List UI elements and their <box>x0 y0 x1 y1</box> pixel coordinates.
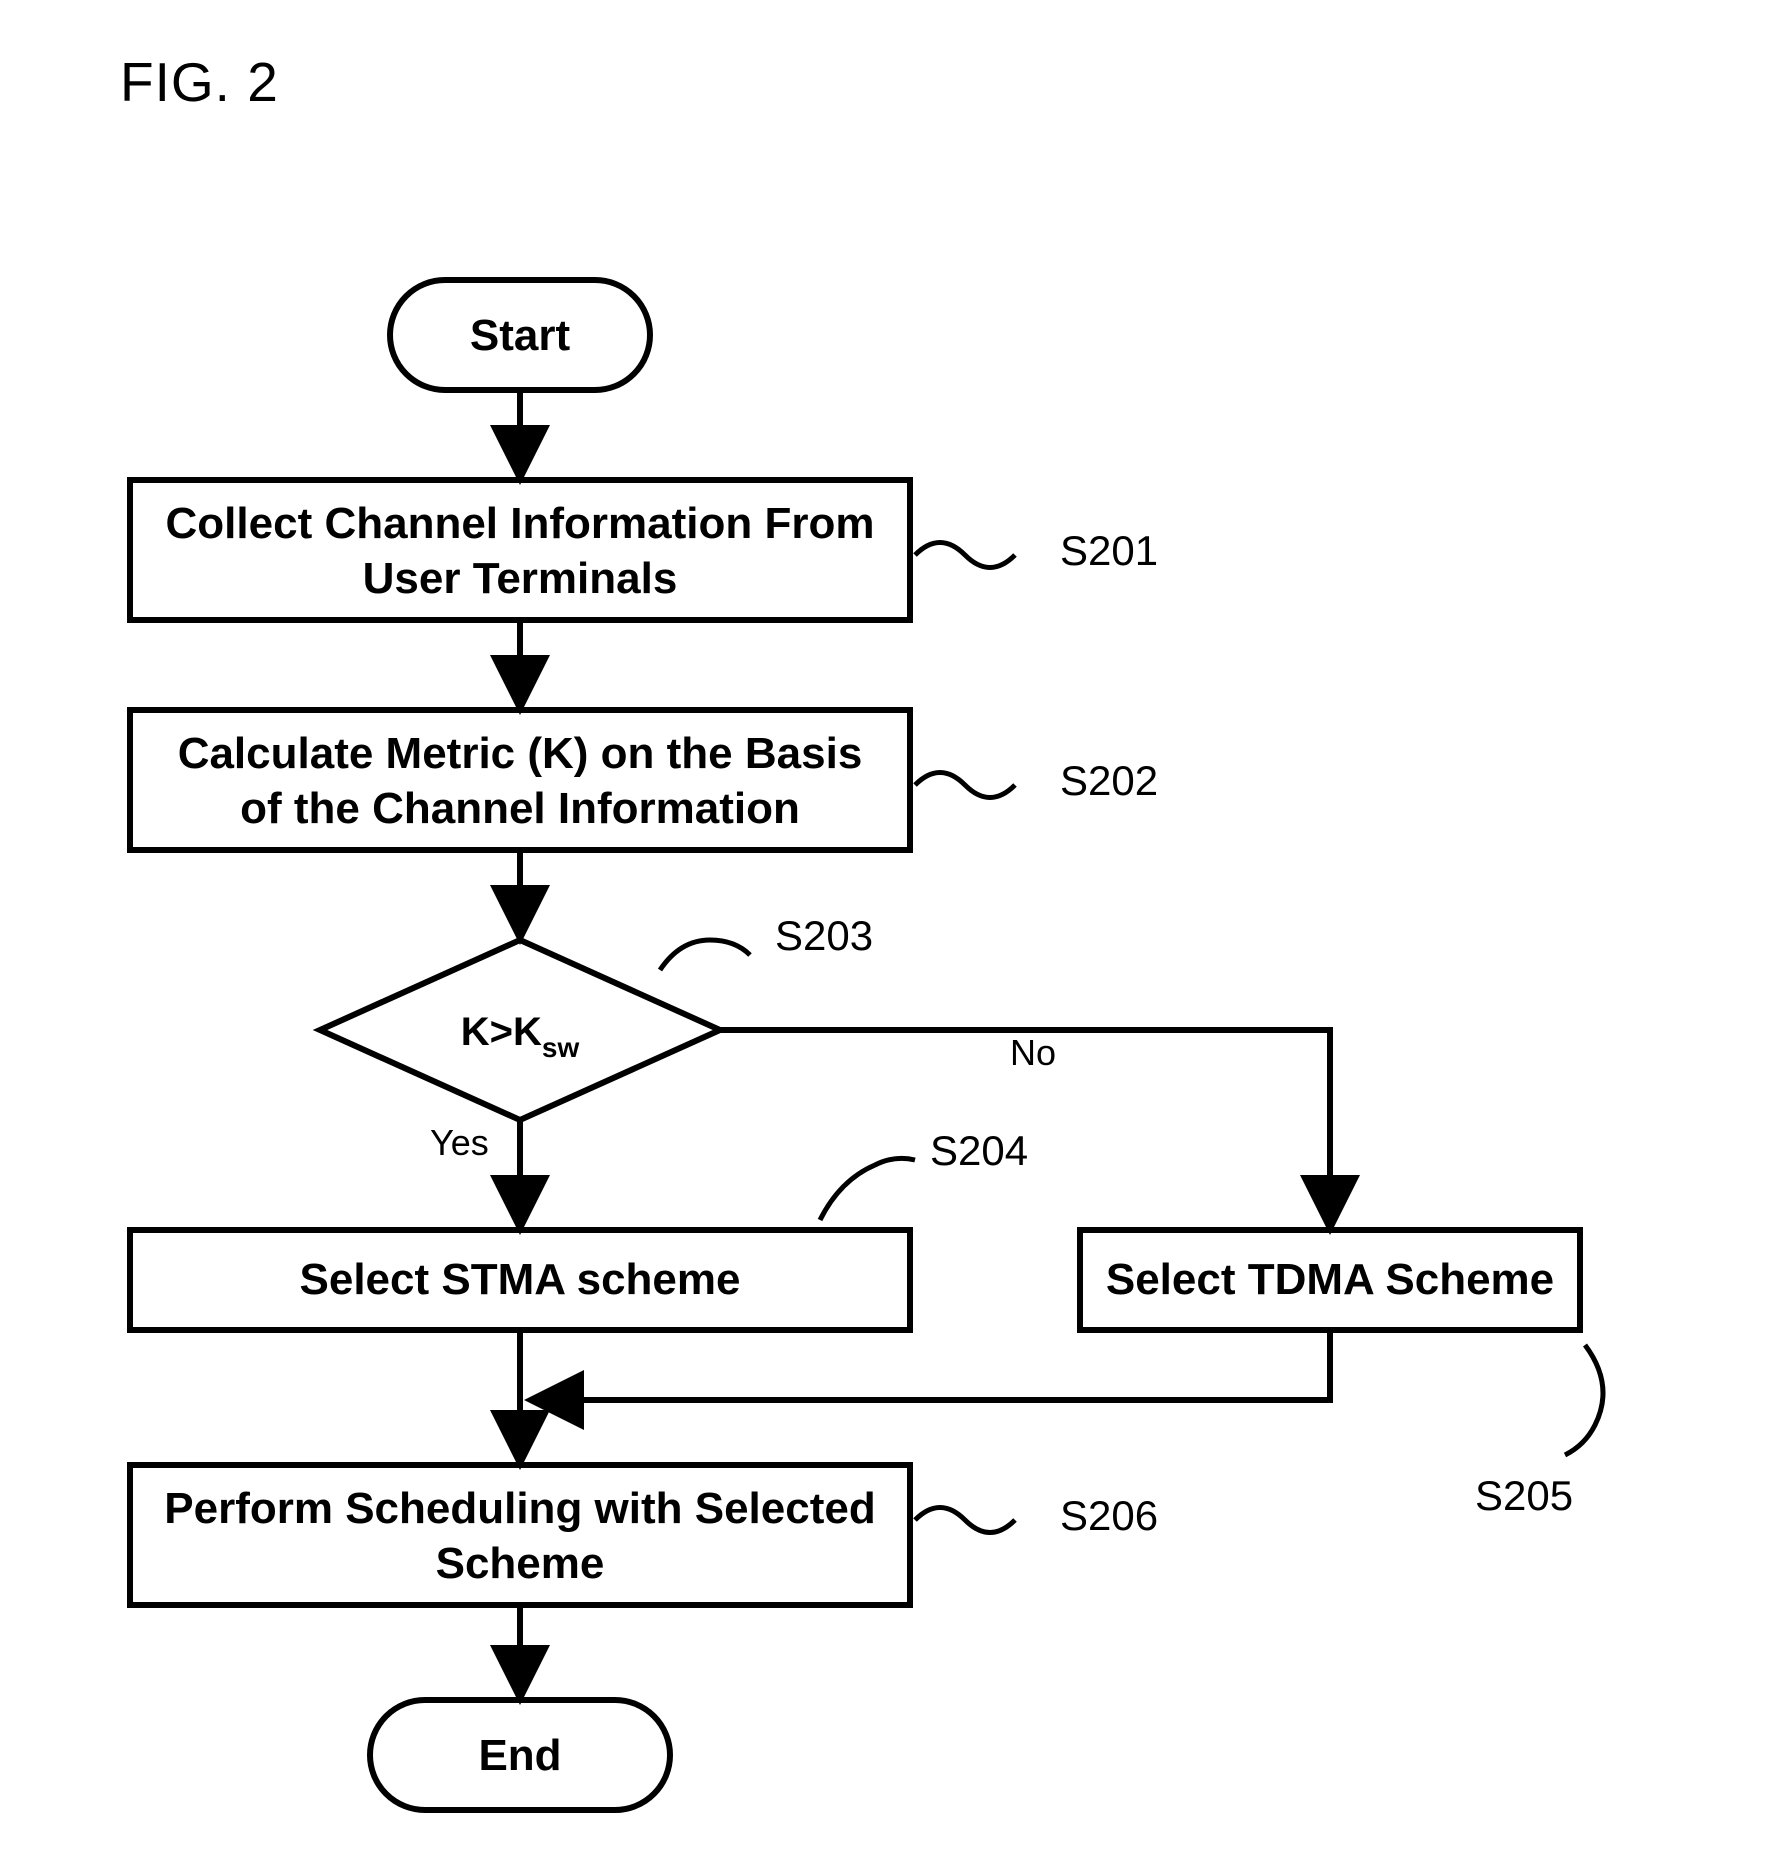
s201-connector <box>915 543 1015 568</box>
s203-label: S203 <box>775 912 873 959</box>
s201-label: S201 <box>1060 527 1158 574</box>
s202-line1: Calculate Metric (K) on the Basis <box>178 729 863 778</box>
flowchart-svg: Start Collect Channel Information From U… <box>0 0 1773 1873</box>
start-text: Start <box>470 311 571 360</box>
end-text: End <box>478 1731 561 1780</box>
s205-connector <box>1565 1345 1603 1455</box>
s206-label: S206 <box>1060 1492 1158 1539</box>
s206-line1: Perform Scheduling with Selected <box>164 1484 875 1533</box>
edge-s205-merge <box>534 1330 1330 1400</box>
edge-no-label: No <box>1010 1032 1056 1073</box>
s202-connector <box>915 773 1015 798</box>
s203-text: K>Ksw <box>461 1010 580 1063</box>
s203-prefix: K>K <box>461 1010 542 1054</box>
s206-line2: Scheme <box>436 1539 605 1588</box>
s202-label: S202 <box>1060 757 1158 804</box>
edge-yes-label: Yes <box>430 1122 489 1163</box>
end-node: End <box>370 1700 670 1810</box>
s202-node: Calculate Metric (K) on the Basis of the… <box>130 710 910 850</box>
s202-line2: of the Channel Information <box>240 784 800 833</box>
s204-node: Select STMA scheme <box>130 1230 910 1330</box>
start-node: Start <box>390 280 650 390</box>
s203-sub: sw <box>542 1032 580 1063</box>
s205-node: Select TDMA Scheme <box>1080 1230 1580 1330</box>
s201-line2: User Terminals <box>363 554 678 603</box>
s203-connector <box>660 940 750 970</box>
s206-node: Perform Scheduling with Selected Scheme <box>130 1465 910 1605</box>
s201-node: Collect Channel Information From User Te… <box>130 480 910 620</box>
s204-text: Select STMA scheme <box>300 1255 741 1304</box>
s206-connector <box>915 1508 1015 1533</box>
s205-text: Select TDMA Scheme <box>1106 1255 1554 1304</box>
s204-label: S204 <box>930 1127 1028 1174</box>
s201-line1: Collect Channel Information From <box>166 499 875 548</box>
s205-label: S205 <box>1475 1472 1573 1519</box>
s204-connector <box>820 1158 915 1220</box>
